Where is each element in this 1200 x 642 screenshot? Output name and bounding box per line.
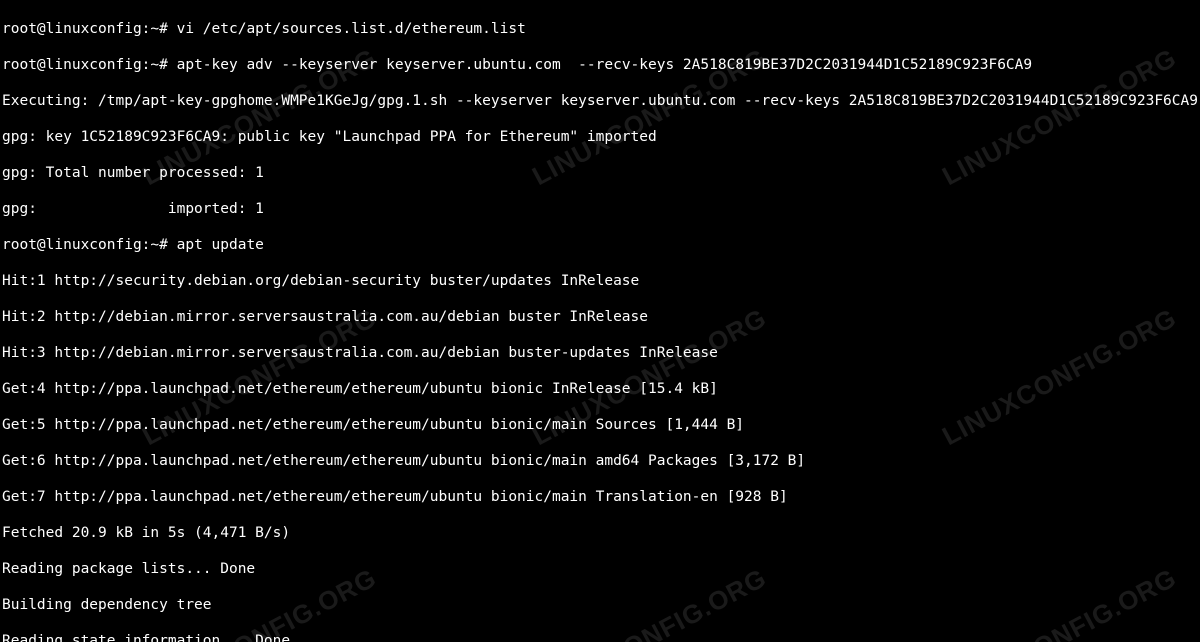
terminal-line: Fetched 20.9 kB in 5s (4,471 B/s) bbox=[2, 524, 1198, 542]
command-text: apt-key adv --keyserver keyserver.ubuntu… bbox=[177, 57, 1033, 73]
terminal-line: Get:7 http://ppa.launchpad.net/ethereum/… bbox=[2, 488, 1198, 506]
terminal-line: Get:4 http://ppa.launchpad.net/ethereum/… bbox=[2, 380, 1198, 398]
terminal-line: Hit:3 http://debian.mirror.serversaustra… bbox=[2, 344, 1198, 362]
terminal-line: Reading package lists... Done bbox=[2, 560, 1198, 578]
terminal-line: gpg: imported: 1 bbox=[2, 200, 1198, 218]
shell-prompt: root@linuxconfig:~# bbox=[2, 57, 177, 73]
terminal-line: gpg: key 1C52189C923F6CA9: public key "L… bbox=[2, 128, 1198, 146]
terminal-output: root@linuxconfig:~# vi /etc/apt/sources.… bbox=[0, 0, 1200, 642]
shell-prompt: root@linuxconfig:~# bbox=[2, 21, 177, 37]
terminal-line: Get:5 http://ppa.launchpad.net/ethereum/… bbox=[2, 416, 1198, 434]
terminal-line: Building dependency tree bbox=[2, 596, 1198, 614]
terminal-line: root@linuxconfig:~# apt update bbox=[2, 236, 1198, 254]
terminal-line: root@linuxconfig:~# apt-key adv --keyser… bbox=[2, 56, 1198, 74]
command-text: vi /etc/apt/sources.list.d/ethereum.list bbox=[177, 21, 526, 37]
terminal-line: Hit:1 http://security.debian.org/debian-… bbox=[2, 272, 1198, 290]
command-text: apt update bbox=[177, 237, 264, 253]
terminal-line: Reading state information... Done bbox=[2, 632, 1198, 642]
terminal-line: root@linuxconfig:~# vi /etc/apt/sources.… bbox=[2, 20, 1198, 38]
terminal-line: gpg: Total number processed: 1 bbox=[2, 164, 1198, 182]
terminal-line: Executing: /tmp/apt-key-gpghome.WMPe1KGe… bbox=[2, 92, 1198, 110]
terminal-line: Get:6 http://ppa.launchpad.net/ethereum/… bbox=[2, 452, 1198, 470]
shell-prompt: root@linuxconfig:~# bbox=[2, 237, 177, 253]
terminal-line: Hit:2 http://debian.mirror.serversaustra… bbox=[2, 308, 1198, 326]
